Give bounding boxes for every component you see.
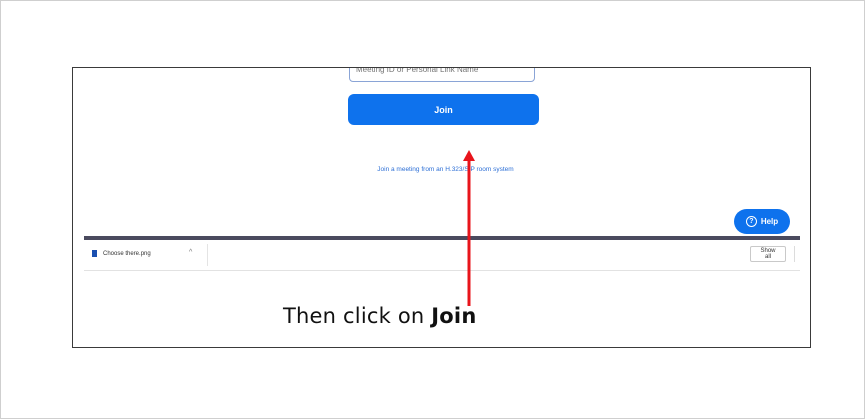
file-icon [92, 250, 97, 257]
download-bar-separator [794, 246, 795, 262]
caption-text: Then click on [283, 304, 432, 328]
download-bar: Choose there.png ^ Show all [84, 240, 800, 271]
chevron-up-icon[interactable]: ^ [189, 249, 192, 256]
outer-frame: Join Join a meeting from an H.323/SIP ro… [0, 0, 865, 419]
download-item[interactable]: Choose there.png [92, 250, 151, 257]
help-label: Help [760, 217, 779, 226]
h323-room-system-link[interactable]: Join a meeting from an H.323/SIP room sy… [323, 166, 568, 173]
meeting-id-input[interactable] [349, 68, 535, 82]
download-item-separator [207, 244, 208, 266]
help-button[interactable]: ? Help [734, 209, 790, 234]
tutorial-screenshot: Join Join a meeting from an H.323/SIP ro… [72, 67, 811, 348]
red-arrow-annotation [463, 150, 475, 306]
download-file-name: Choose there.png [103, 250, 151, 257]
join-button[interactable]: Join [348, 94, 539, 125]
arrow-head [463, 150, 475, 161]
caption-emphasis: Join [431, 304, 477, 328]
instruction-caption: Then click on Join [283, 304, 476, 328]
show-all-button[interactable]: Show all [750, 246, 786, 262]
question-circle-icon: ? [745, 216, 757, 227]
